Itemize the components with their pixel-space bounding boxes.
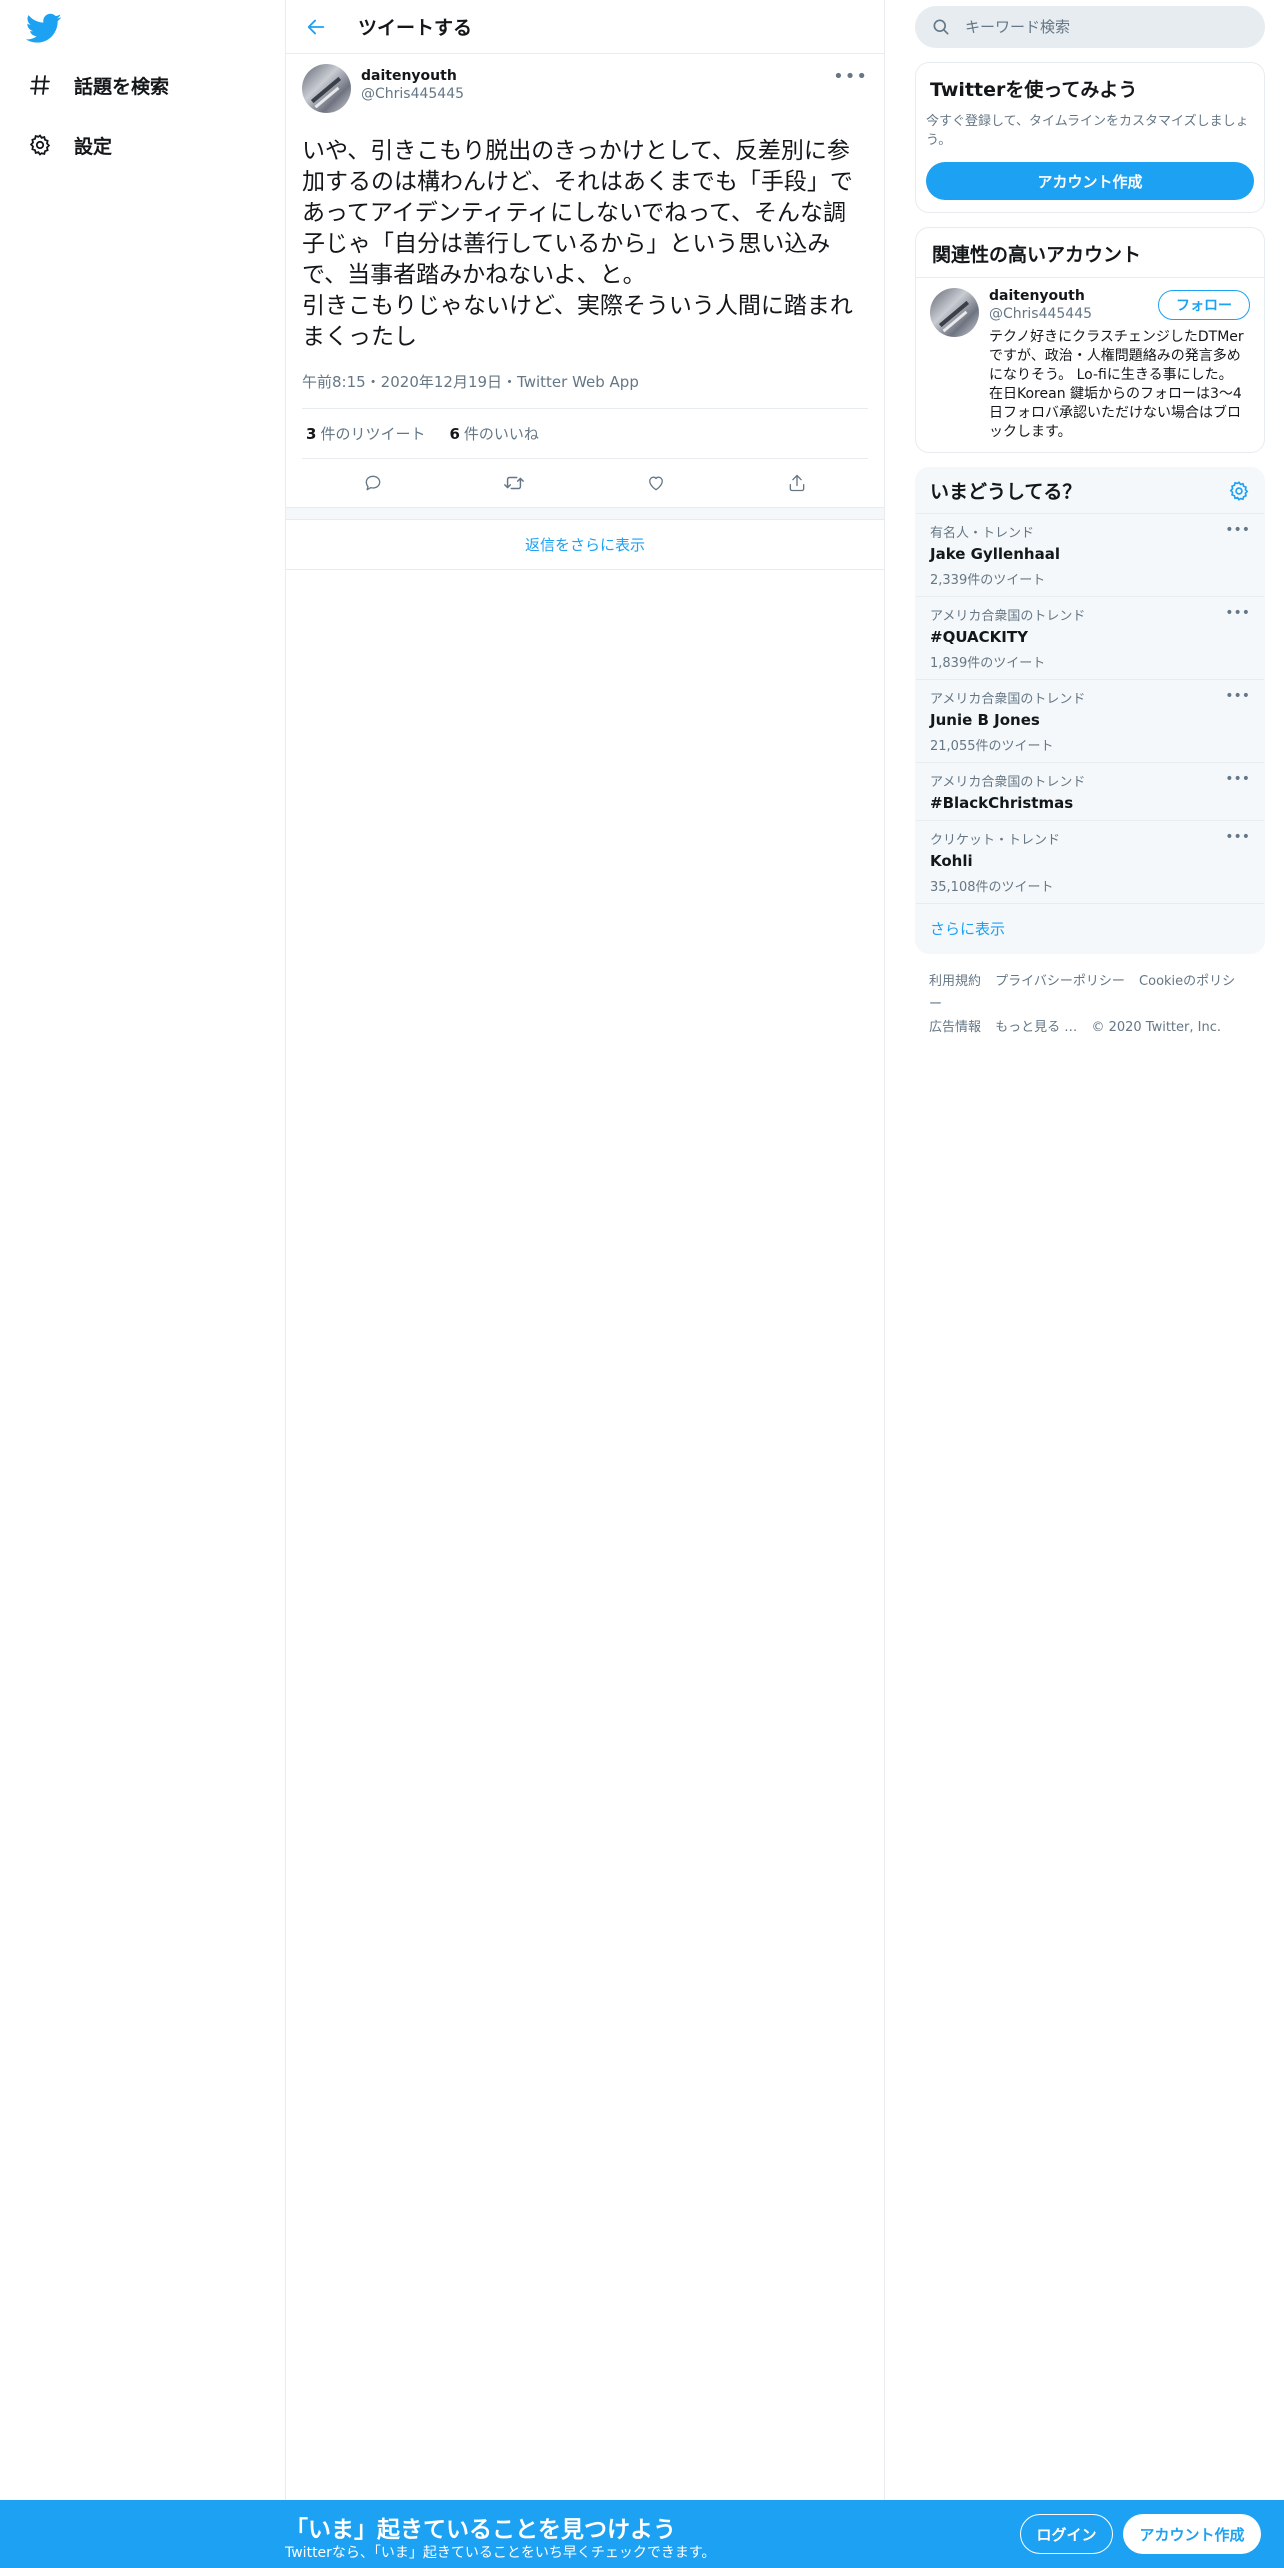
nav-label-explore: 話題を検索 [74,75,170,98]
signup-card: Twitterを使ってみよう 今すぐ登録して、タイムラインをカスタマイズしましょ… [915,62,1265,213]
footer-link-more[interactable]: もっと見る … [995,1020,1077,1035]
retweets-count[interactable]: 3 件のリツイート [306,423,425,444]
related-account-bio: テクノ好きにクラスチェンジしたDTMerですが、政治・人権問題絡みの発言多めにな… [989,329,1244,440]
more-options-icon[interactable]: ••• [1225,829,1250,845]
avatar[interactable] [302,64,351,113]
trend-count: 35,108件のツイート [930,880,1054,895]
more-options-icon[interactable]: ••• [1225,771,1250,787]
trend-name: Kohli [930,852,973,870]
tweet: daitenyouth @Chris445445 ••• いや、引きこもり脱出の… [286,54,884,508]
trend-count: 2,339件のツイート [930,573,1046,588]
twitter-bird-icon[interactable] [25,10,64,46]
more-options-icon[interactable]: ••• [1225,688,1250,704]
footer-link-terms[interactable]: 利用規約 [929,974,981,989]
trend-context: クリケット・トレンド [930,833,1061,848]
trend-name: #QUACKITY [930,628,1028,646]
gear-icon [26,131,54,159]
copyright: © 2020 Twitter, Inc. [1091,1020,1221,1035]
footer-links: 利用規約 プライバシーポリシー Cookieのポリシー 広告情報 もっと見る …… [915,970,1265,1039]
nav-label-settings: 設定 [74,135,113,158]
search-input[interactable] [965,18,1225,36]
tweet-timestamp[interactable]: 午前8:15・2020年12月19日・Twitter Web App [302,371,868,409]
trend-context: アメリカ合衆国のトレンド [930,609,1086,624]
footer-link-privacy[interactable]: プライバシーポリシー [995,974,1125,989]
left-navigation: 話題を検索 設定 [0,0,285,2500]
banner-subtitle: Twitterなら、「いま」起きていることをいち早くチェックできます。 [285,2545,716,2561]
related-accounts-card: 関連性の高いアカウント daitenyouth @Chris445445 テクノ… [915,227,1265,453]
login-button[interactable]: ログイン [1020,2514,1113,2554]
follow-button[interactable]: フォロー [1158,290,1250,320]
main-column: ツイートする daitenyouth @Chris445445 ••• いや、引… [285,0,885,2500]
like-heart-icon[interactable] [638,465,674,501]
right-sidebar: Twitterを使ってみよう 今すぐ登録して、タイムラインをカスタマイズしましょ… [915,0,1265,1039]
search-box[interactable] [915,6,1265,48]
signup-card-title: Twitterを使ってみよう [930,79,1138,101]
author-handle[interactable]: @Chris445445 [361,86,464,102]
main-header: ツイートする [286,0,884,54]
trend-context: アメリカ合衆国のトレンド [930,692,1086,707]
more-options-icon[interactable]: ••• [1225,522,1250,538]
trend-context: 有名人・トレンド [930,526,1035,541]
retweets-number: 3 [306,425,317,443]
likes-number: 6 [449,425,460,443]
back-arrow-icon[interactable] [296,7,336,47]
signup-button[interactable]: アカウント作成 [1123,2514,1261,2554]
create-account-button[interactable]: アカウント作成 [926,162,1254,200]
trend-context: アメリカ合衆国のトレンド [930,775,1086,790]
footer-link-ads[interactable]: 広告情報 [929,1020,981,1035]
banner-title: 「いま」起きていることを見つけよう [285,2517,676,2543]
bottom-signup-banner: 「いま」起きていることを見つけよう Twitterなら、「いま」起きていることを… [0,2500,1284,2568]
trend-item[interactable]: アメリカ合衆国のトレンド Junie B Jones 21,055件のツイート … [916,680,1264,763]
trends-show-more-link[interactable]: さらに表示 [916,904,1264,953]
search-icon [931,17,951,37]
gear-icon[interactable] [1228,480,1250,502]
likes-count[interactable]: 6 件のいいね [449,423,538,444]
nav-item-explore[interactable]: 話題を検索 [26,63,169,107]
author-name[interactable]: daitenyouth [361,68,464,84]
trend-item[interactable]: アメリカ合衆国のトレンド #BlackChristmas ••• [916,763,1264,821]
nav-item-settings[interactable]: 設定 [26,123,112,167]
hashtag-icon [26,71,54,99]
tweet-actions [302,459,868,507]
trend-item[interactable]: 有名人・トレンド Jake Gyllenhaal 2,339件のツイート ••• [916,514,1264,597]
page-title: ツイートする [358,17,473,39]
reply-icon[interactable] [355,465,391,501]
trend-item[interactable]: クリケット・トレンド Kohli 35,108件のツイート ••• [916,821,1264,904]
trend-name: Junie B Jones [930,711,1040,729]
retweet-icon[interactable] [496,465,532,501]
show-more-replies-link[interactable]: 返信をさらに表示 [286,520,884,570]
avatar[interactable] [930,288,979,337]
trend-count: 1,839件のツイート [930,656,1046,671]
trend-name: #BlackChristmas [930,794,1074,812]
retweets-label: 件のリツイート [320,425,426,443]
related-account[interactable]: daitenyouth @Chris445445 テクノ好きにクラスチェンジした… [916,278,1264,452]
trend-item[interactable]: アメリカ合衆国のトレンド #QUACKITY 1,839件のツイート ••• [916,597,1264,680]
trends-header: いまどうしてる？ [916,468,1264,514]
signup-card-subtitle: 今すぐ登録して、タイムラインをカスタマイズしましょう。 [926,114,1249,148]
trend-count: 21,055件のツイート [930,739,1054,754]
trends-title: いまどうしてる？ [930,481,1082,503]
tweet-text: いや、引きこもり脱出のきっかけとして、反差別に参加するのは構わんけど、それはあく… [302,138,853,350]
divider [286,508,884,520]
likes-label: 件のいいね [463,425,539,443]
more-options-icon[interactable]: ••• [833,66,868,87]
tweet-stats: 3 件のリツイート 6 件のいいね [302,409,868,459]
more-options-icon[interactable]: ••• [1225,605,1250,621]
share-icon[interactable] [779,465,815,501]
trends-card: いまどうしてる？ 有名人・トレンド Jake Gyllenhaal 2,339件… [915,467,1265,954]
trend-name: Jake Gyllenhaal [930,545,1060,563]
related-accounts-title: 関連性の高いアカウント [916,228,1264,278]
